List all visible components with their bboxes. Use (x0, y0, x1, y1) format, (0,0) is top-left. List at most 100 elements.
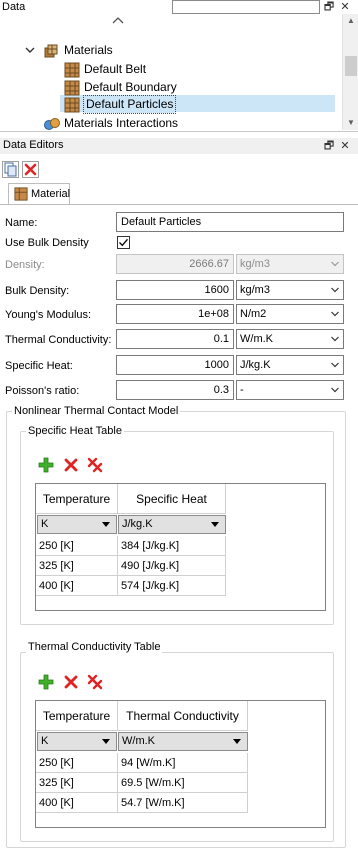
data-editors-header: Data Editors 🗗 ✕ (0, 138, 358, 154)
column-header-thermal-conductivity[interactable]: Thermal Conductivity (118, 701, 248, 731)
data-search-input[interactable] (172, 0, 320, 14)
table-cell[interactable]: 325 [K] (36, 773, 118, 793)
float-panel-icon[interactable]: 🗗 (322, 0, 336, 14)
nonlinear-thermal-contact-title: Nonlinear Thermal Contact Model (12, 404, 181, 418)
poissons-ratio-field[interactable]: 0.3 (116, 380, 234, 400)
bulk-density-label: Bulk Density: (5, 285, 70, 297)
specific-heat-unit: J/kg.K (240, 359, 271, 371)
delete-all-rows-icon[interactable] (87, 457, 103, 473)
thermal-conductivity-unit: W/m.K (240, 333, 273, 345)
youngs-modulus-unit-select[interactable]: N/m2 (236, 304, 344, 324)
material-icon (14, 187, 28, 201)
add-row-plus-icon[interactable] (38, 674, 54, 690)
tree-item-default-boundary[interactable]: Default Boundary (64, 79, 177, 96)
data-editors-title: Data Editors (3, 139, 64, 151)
delete-x-icon (24, 163, 37, 176)
temperature-unit-select[interactable]: K (37, 732, 117, 751)
table-cell[interactable]: 250 [K] (36, 536, 118, 556)
delete-row-x-icon[interactable] (63, 674, 79, 690)
table-cell[interactable]: 384 [J/kg.K] (118, 536, 226, 556)
table-cell[interactable]: 94 [W/m.K] (118, 753, 248, 773)
poissons-ratio-unit: - (240, 384, 244, 396)
table-cell[interactable]: 250 [K] (36, 753, 118, 773)
materials-folder-icon (44, 44, 58, 57)
use-bulk-density-checkbox[interactable] (117, 236, 130, 249)
materials-interactions-icon (44, 117, 60, 130)
scroll-up-arrow-icon[interactable]: ▲ (343, 14, 358, 28)
column-header-temperature[interactable]: Temperature (36, 701, 118, 731)
close-panel-icon[interactable]: ✕ (338, 0, 352, 14)
tree-item-default-belt[interactable]: Default Belt (64, 61, 146, 78)
specific-heat-unit-select[interactable]: J/kg.K (118, 515, 226, 534)
float-panel-icon[interactable]: 🗗 (322, 139, 336, 153)
data-panel-title: Data (2, 1, 26, 13)
thermal-conductivity-table-title: Thermal Conductivity Table (26, 640, 163, 654)
specific-heat-label: Specific Heat: (5, 360, 73, 372)
table-cell[interactable]: 400 [K] (36, 576, 118, 596)
specific-heat-field[interactable]: 1000 (116, 355, 234, 375)
specific-heat-unit-select[interactable]: J/kg.K (236, 355, 344, 375)
name-field[interactable]: Default Particles (116, 212, 344, 232)
tree-item-materials[interactable]: Materials (44, 42, 113, 59)
table-cell[interactable]: 574 [J/kg.K] (118, 576, 226, 596)
density-unit-select: kg/m3 (236, 254, 344, 274)
tree-label: Materials Interactions (64, 116, 179, 130)
tree-label: Default Belt (84, 62, 147, 76)
dropdown-arrow-icon (211, 522, 219, 527)
column-header-temperature[interactable]: Temperature (36, 484, 118, 514)
column-header-specific-heat[interactable]: Specific Heat (118, 484, 226, 514)
tree-label: Materials (64, 43, 113, 57)
material-icon (64, 97, 80, 112)
tab-label: Material (31, 188, 71, 200)
add-row-plus-icon[interactable] (38, 457, 54, 473)
poissons-ratio-unit-select[interactable]: - (236, 380, 344, 400)
tree-collapse-up-icon[interactable] (112, 16, 124, 24)
table-cell[interactable]: 490 [J/kg.K] (118, 556, 226, 576)
dropdown-arrow-icon (233, 739, 241, 744)
chevron-down-icon (331, 261, 339, 267)
thermal-conductivity-unit-select[interactable]: W/m.K (236, 329, 344, 349)
tree-item-default-particles[interactable]: Default Particles (64, 95, 177, 114)
thermal-conductivity-unit-select[interactable]: W/m.K (118, 732, 248, 751)
collapse-chevron-icon[interactable] (25, 45, 35, 55)
table-cell[interactable]: 69.5 [W/m.K] (118, 773, 248, 793)
scroll-down-arrow-icon[interactable]: ▼ (343, 116, 358, 130)
tab-material[interactable]: Material (8, 183, 70, 205)
tree-label: Default Particles (82, 95, 177, 114)
close-panel-icon[interactable]: ✕ (338, 139, 352, 153)
tree-item-materials-interactions[interactable]: Materials Interactions (44, 115, 178, 132)
chevron-down-icon (331, 387, 339, 393)
bulk-density-field[interactable]: 1600 (116, 280, 234, 300)
scroll-thumb[interactable] (345, 56, 357, 76)
delete-button[interactable] (22, 161, 39, 178)
youngs-modulus-field[interactable]: 1e+08 (116, 304, 234, 324)
temperature-unit-select[interactable]: K (37, 515, 117, 534)
tree-label: Default Boundary (84, 80, 177, 94)
table-cell[interactable]: 400 [K] (36, 793, 118, 813)
copy-button[interactable] (2, 161, 19, 178)
table-cell[interactable]: 54.7 [W/m.K] (118, 793, 248, 813)
youngs-modulus-unit: N/m2 (240, 308, 267, 320)
delete-all-rows-icon[interactable] (87, 674, 103, 690)
thermal-conductivity-label: Thermal Conductivity: (5, 334, 112, 346)
delete-row-x-icon[interactable] (63, 457, 79, 473)
copy-icon (4, 162, 17, 177)
chevron-down-icon (331, 287, 339, 293)
bulk-density-unit-select[interactable]: kg/m3 (236, 280, 344, 300)
dropdown-arrow-icon (102, 739, 110, 744)
specific-heat-table-title: Specific Heat Table (26, 424, 124, 438)
poissons-ratio-label: Poisson's ratio: (5, 385, 80, 397)
material-icon (64, 80, 80, 95)
thermal-conductivity-field[interactable]: 0.1 (116, 329, 234, 349)
use-bulk-density-label: Use Bulk Density (5, 237, 89, 249)
bulk-density-unit: kg/m3 (240, 284, 270, 296)
name-label: Name: (5, 217, 38, 229)
table-cell[interactable]: 325 [K] (36, 556, 118, 576)
unit-value: W/m.K (122, 735, 155, 747)
unit-value: K (41, 518, 49, 530)
density-label: Density: (5, 259, 45, 271)
youngs-modulus-label: Young's Modulus: (5, 309, 92, 321)
data-panel: Data 🗗 ✕ Materials Default Belt Default … (0, 0, 358, 132)
material-icon (64, 62, 80, 77)
tree-scrollbar[interactable]: ▲ ▼ (342, 14, 358, 130)
